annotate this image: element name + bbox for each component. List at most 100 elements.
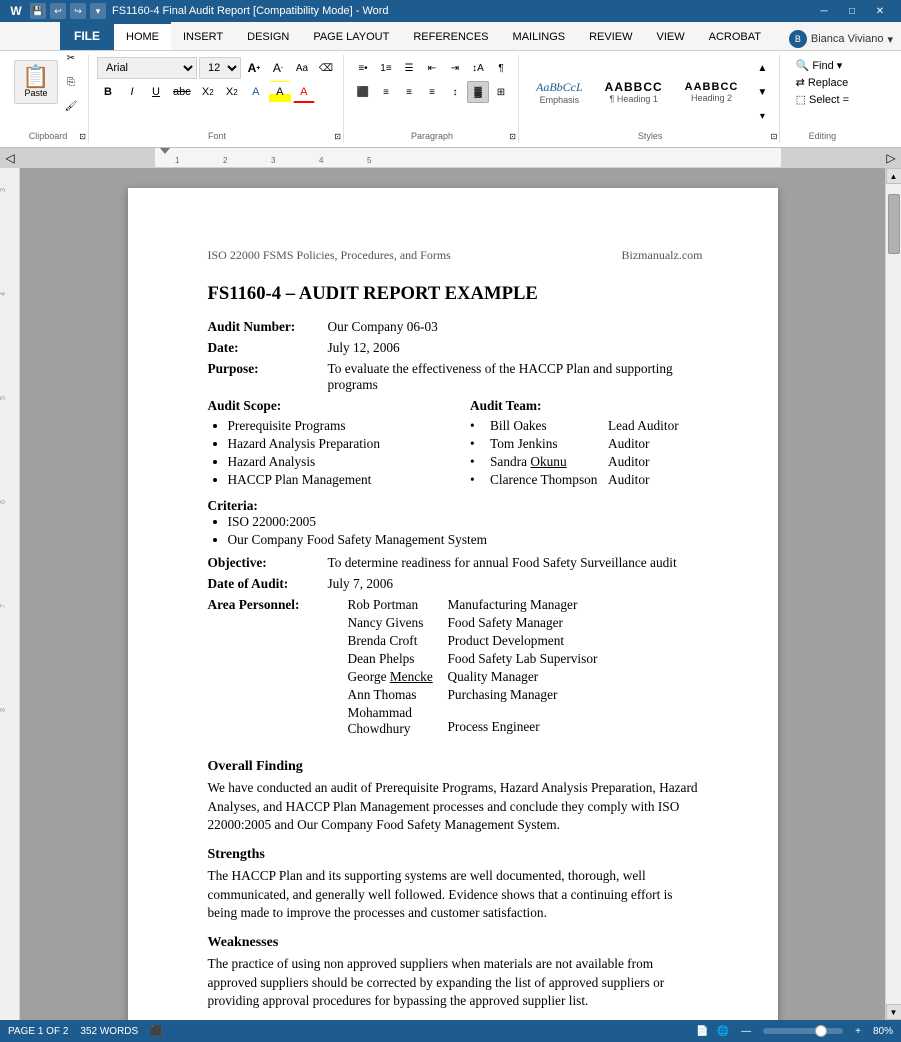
clipboard-expand-icon[interactable]: ⊡ (79, 132, 86, 141)
criteria-item-1: ISO 22000:2005 (228, 514, 703, 530)
style-gallery-down[interactable]: ▼ (751, 81, 773, 103)
bold-button[interactable]: B (97, 81, 119, 103)
ribbon-content: 📋 Paste ✂ ⎘ 🖌 Clipboard ⊡ Arial (0, 51, 901, 147)
tab-view[interactable]: VIEW (645, 22, 697, 50)
shading-button[interactable]: ▓ (467, 81, 489, 103)
format-painter-button[interactable]: 🖌 (60, 95, 82, 117)
scroll-down-button[interactable]: ▼ (886, 1004, 901, 1020)
left-indent-marker (160, 148, 170, 154)
paste-button[interactable]: 📋 Paste (14, 60, 58, 104)
copy-button[interactable]: ⎘ (60, 71, 82, 93)
maximize-button[interactable]: □ (839, 0, 865, 22)
style-gallery-expand[interactable]: ▾ (751, 105, 773, 127)
scrollbar-thumb[interactable] (888, 194, 900, 254)
style-gallery-up[interactable]: ▲ (751, 57, 773, 79)
subscript-button[interactable]: X2 (197, 81, 219, 103)
style-heading2-label: Heading 2 (691, 93, 732, 103)
tab-insert[interactable]: INSERT (171, 22, 235, 50)
clear-format-button[interactable]: ⌫ (315, 57, 337, 79)
minimize-button[interactable]: ─ (811, 0, 837, 22)
paragraph-expand-icon[interactable]: ⊡ (509, 132, 516, 141)
increase-indent-button[interactable]: ⇥ (444, 57, 466, 79)
change-case-button[interactable]: Aa (291, 57, 313, 79)
zoom-slider-thumb[interactable] (815, 1025, 827, 1037)
tab-review[interactable]: REVIEW (577, 22, 644, 50)
tab-file[interactable]: FILE (60, 22, 114, 50)
document-area[interactable]: ISO 22000 FSMS Policies, Procedures, and… (20, 168, 885, 1020)
minus-icon[interactable]: — (741, 1026, 751, 1037)
numbering-button[interactable]: 1≡ (375, 57, 397, 79)
font-label: Font (208, 131, 226, 141)
styles-expand-icon[interactable]: ⊡ (771, 132, 778, 141)
sort-button[interactable]: ↕A (467, 57, 489, 79)
underline-button[interactable]: U (145, 81, 167, 103)
undo-icon[interactable]: ↩ (50, 3, 66, 19)
tab-acrobat[interactable]: ACROBAT (697, 22, 773, 50)
replace-button[interactable]: ⇄ Replace (792, 74, 853, 91)
view-print-icon[interactable]: 📄 (696, 1026, 708, 1037)
more-icon[interactable]: ▾ (90, 3, 106, 19)
view-web-icon[interactable]: 🌐 (717, 1026, 729, 1037)
user-dropdown-icon[interactable]: ▾ (887, 33, 893, 46)
weaknesses-text2: Some records regarding product recalls w… (208, 1019, 703, 1020)
plus-icon[interactable]: + (855, 1026, 861, 1037)
header-left: ISO 22000 FSMS Policies, Procedures, and… (208, 248, 451, 263)
paste-label: Paste (24, 88, 47, 98)
ruler-right-btn[interactable]: ▷ (881, 148, 901, 167)
grow-font-button[interactable]: A+ (243, 57, 265, 79)
multilevel-list-button[interactable]: ☰ (398, 57, 420, 79)
personnel-row-1: Rob Portman Manufacturing Manager (328, 597, 598, 613)
word-count: 352 WORDS (80, 1026, 138, 1037)
tab-design[interactable]: DESIGN (235, 22, 301, 50)
font-name-select[interactable]: Arial (97, 57, 197, 79)
close-button[interactable]: ✕ (867, 0, 893, 22)
find-dropdown-icon[interactable]: ▾ (837, 59, 843, 72)
cut-button[interactable]: ✂ (60, 47, 82, 69)
audit-scope-col: Audit Scope: Prerequisite Programs Hazar… (208, 398, 441, 490)
align-center-button[interactable]: ≡ (375, 81, 397, 103)
borders-button[interactable]: ⊞ (490, 81, 512, 103)
scrollbar-track[interactable] (886, 184, 901, 1004)
scope-item-4: HACCP Plan Management (228, 472, 441, 488)
tab-home[interactable]: HOME (114, 22, 171, 50)
italic-button[interactable]: I (121, 81, 143, 103)
scroll-up-button[interactable]: ▲ (886, 168, 901, 184)
shrink-font-button[interactable]: A- (267, 57, 289, 79)
zoom-slider-track[interactable] (763, 1028, 843, 1034)
team-row-4: • Clarence Thompson Auditor (470, 472, 703, 488)
align-left-button[interactable]: ⬛ (352, 81, 374, 103)
tab-page-layout[interactable]: PAGE LAYOUT (301, 22, 401, 50)
save-icon[interactable]: 💾 (30, 3, 46, 19)
highlight-button[interactable]: A (269, 81, 291, 103)
strikethrough-button[interactable]: abc (169, 81, 195, 103)
show-hide-button[interactable]: ¶ (490, 57, 512, 79)
audit-scope-list: Prerequisite Programs Hazard Analysis Pr… (208, 418, 441, 488)
ruler-left-btn[interactable]: ◁ (0, 148, 20, 167)
team-role-1: Lead Auditor (608, 418, 679, 434)
font-color-button[interactable]: A (293, 81, 315, 103)
style-emphasis[interactable]: AaBbCcL Emphasis (527, 66, 592, 118)
justify-button[interactable]: ≡ (421, 81, 443, 103)
personnel-row-5: George Mencke Quality Manager (328, 669, 598, 685)
purpose-field: Purpose: To evaluate the effectiveness o… (208, 361, 703, 393)
margin-label-3: 5 (0, 396, 19, 400)
decrease-indent-button[interactable]: ⇤ (421, 57, 443, 79)
font-expand-icon[interactable]: ⊡ (334, 132, 341, 141)
style-heading2[interactable]: AABBCC Heading 2 (676, 66, 748, 118)
bullets-button[interactable]: ≡• (352, 57, 374, 79)
select-button[interactable]: ⬚ Select = (792, 91, 853, 108)
team-role-2: Auditor (608, 436, 649, 452)
style-heading1[interactable]: AABBCC ¶ Heading 1 (596, 66, 672, 118)
superscript-button[interactable]: X2 (221, 81, 243, 103)
tab-mailings[interactable]: MAILINGS (501, 22, 578, 50)
margin-label-4: 6 (0, 500, 19, 504)
text-effects-button[interactable]: A (245, 81, 267, 103)
zoom-level[interactable]: 80% (873, 1026, 893, 1037)
align-right-button[interactable]: ≡ (398, 81, 420, 103)
tab-references[interactable]: REFERENCES (401, 22, 500, 50)
font-size-select[interactable]: 12 (199, 57, 241, 79)
vertical-scrollbar: ▲ ▼ (885, 168, 901, 1020)
redo-icon[interactable]: ↪ (70, 3, 86, 19)
line-spacing-button[interactable]: ↕ (444, 81, 466, 103)
find-button[interactable]: 🔍 Find ▾ (792, 57, 853, 74)
